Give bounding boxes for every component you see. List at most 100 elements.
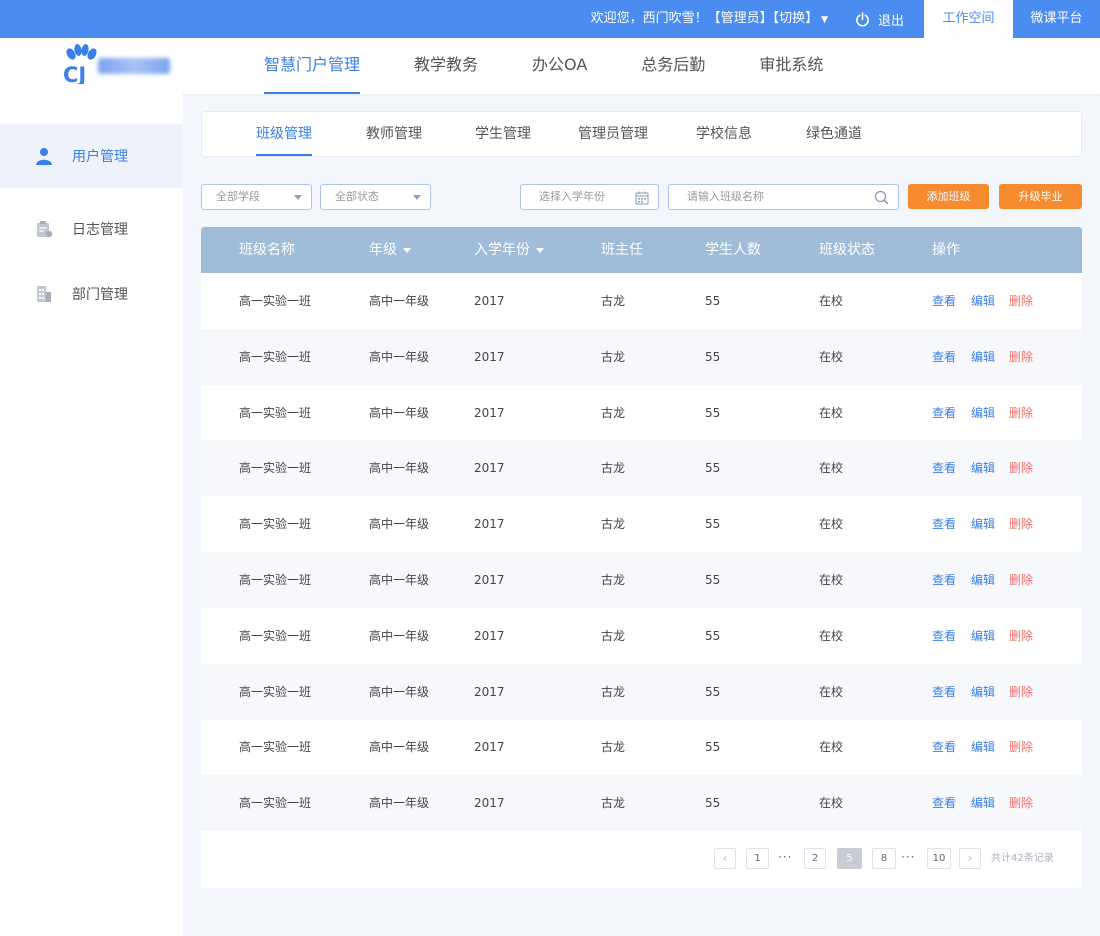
edit-button[interactable]: 编辑 [971, 664, 995, 720]
tab-class-management[interactable]: 班级管理 [256, 112, 312, 156]
edit-button[interactable]: 编辑 [971, 385, 995, 441]
cell-head-teacher: 古龙 [601, 740, 626, 755]
user-icon [34, 146, 54, 166]
cell-class-status: 在校 [819, 796, 844, 811]
delete-button[interactable]: 删除 [1009, 496, 1033, 552]
edit-button[interactable]: 编辑 [971, 775, 995, 831]
prev-page-button[interactable]: ‹ [714, 848, 736, 869]
next-page-button[interactable]: › [959, 848, 981, 869]
view-button[interactable]: 查看 [932, 664, 956, 720]
tab-student-management[interactable]: 学生管理 [475, 112, 531, 156]
delete-button[interactable]: 删除 [1009, 385, 1033, 441]
cell-class-name: 高一实验一班 [239, 294, 312, 308]
view-button[interactable]: 查看 [932, 496, 956, 552]
cell-student-count: 55 [705, 740, 721, 755]
add-class-button[interactable]: 添加班级 [908, 184, 989, 209]
table-row: 高一实验一班 高中一年级 2017 古龙 55 在校 查看 编辑 删除 [201, 385, 1082, 441]
col-enroll-year[interactable]: 入学年份 [474, 227, 544, 273]
edit-button[interactable]: 编辑 [971, 440, 995, 496]
edit-button[interactable]: 编辑 [971, 719, 995, 775]
cell-grade: 高中一年级 [369, 461, 430, 476]
table-row: 高一实验一班 高中一年级 2017 古龙 55 在校 查看 编辑 删除 [201, 273, 1082, 329]
edit-button[interactable]: 编辑 [971, 273, 995, 329]
weike-platform-button[interactable]: 微课平台 [1013, 0, 1100, 38]
cell-student-count: 55 [705, 461, 721, 476]
delete-button[interactable]: 删除 [1009, 719, 1033, 775]
enrollment-year-input[interactable]: 选择入学年份 [520, 184, 659, 210]
tab-teacher-management[interactable]: 教师管理 [366, 112, 422, 156]
sidebar-item-logs[interactable]: 日志管理 [0, 197, 183, 261]
delete-button[interactable]: 删除 [1009, 552, 1033, 608]
page-button-current[interactable]: 5 [837, 848, 862, 869]
table-row: 高一实验一班 高中一年级 2017 古龙 55 在校 查看 编辑 删除 [201, 663, 1082, 720]
cell-grade: 高中一年级 [369, 349, 430, 364]
edit-button[interactable]: 编辑 [971, 329, 995, 385]
sub-nav: 班级管理 教师管理 学生管理 管理员管理 学校信息 绿色通道 [201, 111, 1082, 157]
cell-grade: 高中一年级 [369, 573, 430, 587]
cell-class-name: 高一实验一班 [239, 684, 312, 699]
edit-button[interactable]: 编辑 [971, 608, 995, 664]
view-button[interactable]: 查看 [932, 385, 956, 441]
nav-logistics[interactable]: 总务后勤 [641, 38, 705, 94]
sidebar-item-departments[interactable]: 部门管理 [0, 262, 183, 326]
view-button[interactable]: 查看 [932, 552, 956, 608]
sidebar-item-users[interactable]: 用户管理 [0, 124, 183, 188]
tab-green-channel[interactable]: 绿色通道 [806, 112, 862, 156]
col-student-count: 学生人数 [705, 242, 761, 258]
cell-enroll-year: 2017 [474, 294, 505, 308]
cell-student-count: 55 [705, 573, 721, 587]
table-row: 高一实验一班 高中一年级 2017 古龙 55 在校 查看 编辑 删除 [201, 496, 1082, 552]
page-button-2[interactable]: 2 [804, 848, 826, 869]
view-button[interactable]: 查看 [932, 329, 956, 385]
nav-office-oa[interactable]: 办公OA [532, 38, 587, 94]
delete-button[interactable]: 删除 [1009, 329, 1033, 385]
delete-button[interactable]: 删除 [1009, 664, 1033, 720]
edit-button[interactable]: 编辑 [971, 552, 995, 608]
logout-button[interactable]: 退出 [855, 0, 904, 38]
nav-portal-management[interactable]: 智慧门户管理 [264, 38, 361, 94]
delete-button[interactable]: 删除 [1009, 273, 1033, 329]
cell-enroll-year: 2017 [474, 796, 505, 811]
cell-enroll-year: 2017 [474, 349, 505, 364]
page-button-10[interactable]: 10 [927, 848, 951, 869]
delete-button[interactable]: 删除 [1009, 775, 1033, 831]
cell-student-count: 55 [705, 517, 721, 532]
view-button[interactable]: 查看 [932, 608, 956, 664]
nav-teaching-affairs[interactable]: 教学教务 [414, 38, 478, 94]
cell-class-status: 在校 [819, 517, 844, 532]
delete-button[interactable]: 删除 [1009, 440, 1033, 496]
page-button-1[interactable]: 1 [746, 848, 769, 869]
cell-class-status: 在校 [819, 684, 844, 699]
edit-button[interactable]: 编辑 [971, 496, 995, 552]
cell-head-teacher: 古龙 [601, 294, 626, 308]
power-icon [856, 11, 869, 26]
welcome-switch-menu[interactable]: 欢迎您，西门吹雪！【管理员】【切换】 ▼ [591, 0, 828, 38]
cell-class-name: 高一实验一班 [239, 405, 312, 420]
tab-admin-management[interactable]: 管理员管理 [578, 112, 648, 156]
enrollment-year-placeholder: 选择入学年份 [539, 190, 605, 203]
view-button[interactable]: 查看 [932, 719, 956, 775]
view-button[interactable]: 查看 [932, 440, 956, 496]
nav-approval-system[interactable]: 审批系统 [759, 38, 823, 94]
search-icon[interactable] [874, 190, 889, 214]
cell-class-name: 高一实验一班 [239, 461, 312, 476]
view-button[interactable]: 查看 [932, 775, 956, 831]
table-header: 班级名称 年级 入学年份 班主任 学生人数 班级状态 操作 [201, 227, 1082, 273]
tab-school-info[interactable]: 学校信息 [696, 112, 752, 156]
class-name-search-input[interactable]: 请输入班级名称 [668, 184, 899, 210]
cell-class-name: 高一实验一班 [239, 573, 312, 587]
delete-button[interactable]: 删除 [1009, 608, 1033, 664]
col-head-teacher: 班主任 [601, 242, 643, 258]
upgrade-graduate-button[interactable]: 升级毕业 [999, 184, 1082, 209]
grade-select[interactable]: 全部学段 [201, 184, 312, 210]
status-select[interactable]: 全部状态 [320, 184, 431, 210]
cell-class-status: 在校 [819, 740, 844, 755]
view-button[interactable]: 查看 [932, 273, 956, 329]
sort-caret-icon [403, 247, 411, 253]
cell-enroll-year: 2017 [474, 573, 505, 587]
total-records: 共计42条记录 [991, 853, 1054, 864]
page-button-8[interactable]: 8 [872, 848, 896, 869]
log-clipboard-icon [34, 219, 54, 239]
workspace-button[interactable]: 工作空间 [924, 0, 1013, 38]
col-grade[interactable]: 年级 [369, 227, 411, 273]
